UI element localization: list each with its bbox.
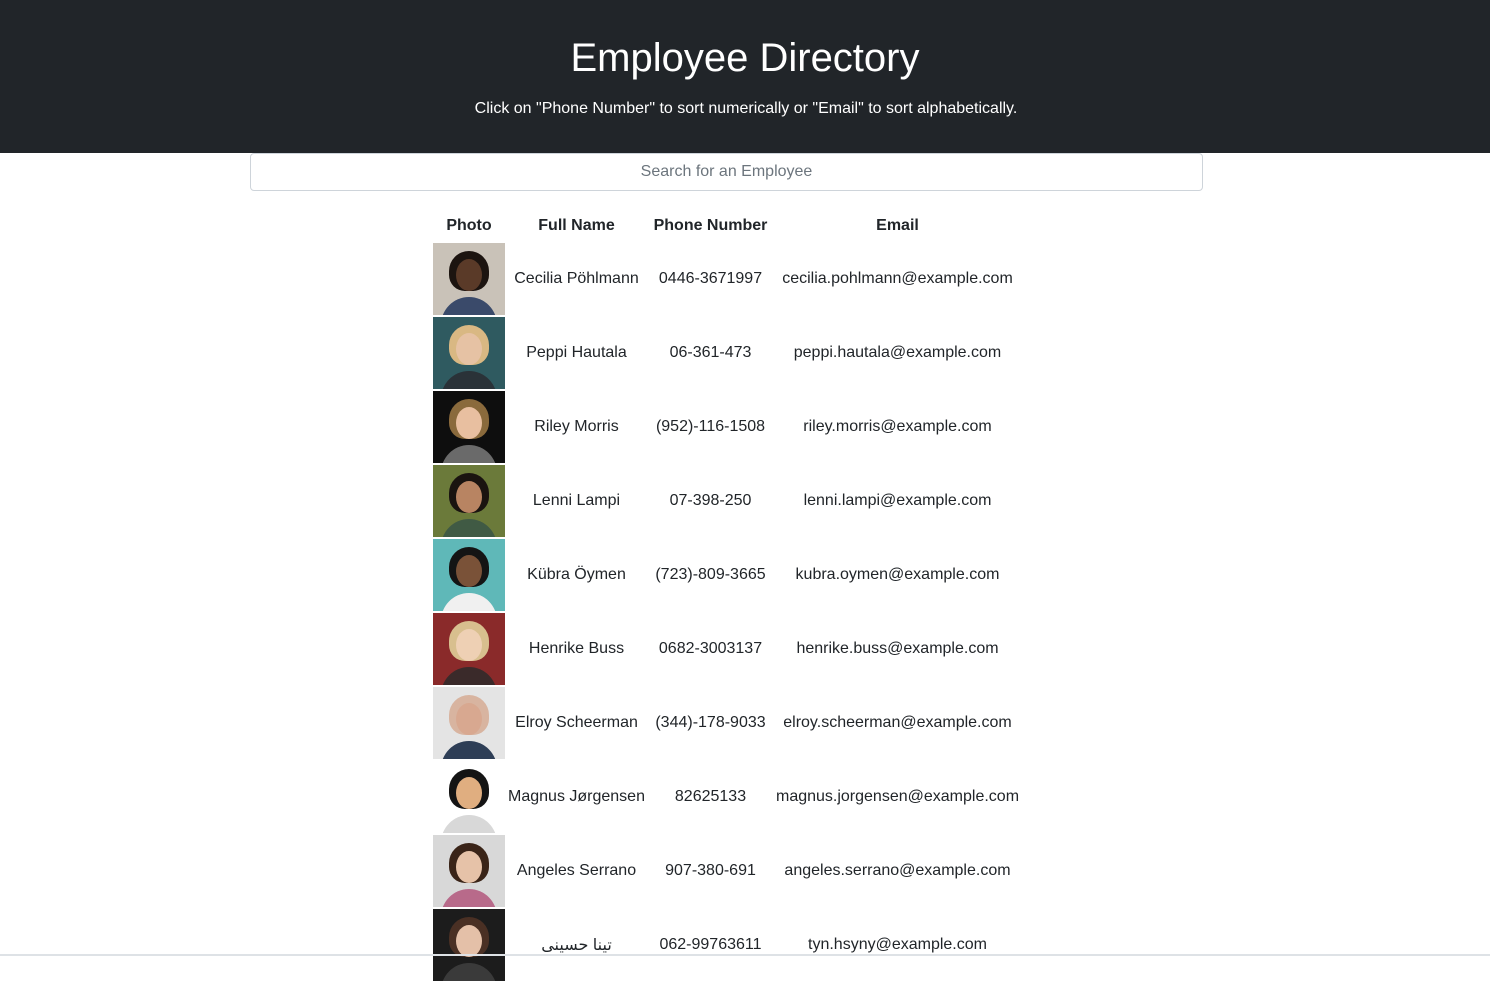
photo-cell: [433, 538, 505, 612]
photo-cell: [433, 908, 505, 982]
employee-email: cecilia.pohlmann@example.com: [782, 270, 1013, 287]
table-row: Kübra Öymen (723)-809-3665 kubra.oymen@exa…: [433, 538, 1022, 612]
employee-email: kubra.oymen@example.com: [795, 566, 1000, 583]
photo-face: [456, 851, 482, 883]
photo-cell: [433, 686, 505, 760]
employee-email: elroy.scheerman@example.com: [783, 714, 1012, 731]
employee-photo: [433, 243, 505, 315]
photo-cell: [433, 834, 505, 908]
table-header-row: Photo Full Name Phone Number Email: [433, 210, 1022, 242]
employee-email: magnus.jorgensen@example.com: [775, 788, 1020, 805]
table-header: Photo Full Name Phone Number Email: [433, 210, 1022, 242]
employee-name: Cecilia Pöhlmann: [514, 270, 639, 287]
employee-photo: [433, 317, 505, 389]
employee-email: henrike.buss@example.com: [796, 640, 999, 657]
photo-cell: [433, 316, 505, 390]
photo-face: [456, 555, 482, 587]
employee-email: angeles.serrano@example.com: [784, 862, 1011, 879]
table-body: Cecilia Pöhlmann 0446-3671997 cecilia.pohl…: [433, 242, 1022, 982]
table-row: Elroy Scheerman (344)-178-9033 elroy.schee…: [433, 686, 1022, 760]
employee-phone: (723)-809-3665: [655, 566, 766, 583]
photo-face: [456, 407, 482, 439]
employee-phone: 0446-3671997: [658, 270, 763, 287]
employee-name: تينا حسینی: [541, 937, 612, 954]
employee-name: Elroy Scheerman: [515, 714, 638, 731]
employee-photo: [433, 909, 505, 981]
employee-table: Photo Full Name Phone Number Email Cecil…: [433, 210, 1022, 982]
employee-photo: [433, 835, 505, 907]
employee-photo: [433, 613, 505, 685]
table-row: Henrike Buss 0682-3003137 henrike.buss@exa…: [433, 612, 1022, 686]
photo-face: [456, 629, 482, 661]
employee-phone: 062-99763611: [659, 936, 762, 953]
employee-photo: [433, 465, 505, 537]
photo-face: [456, 925, 482, 957]
column-header-phone-number[interactable]: Phone Number: [648, 210, 773, 242]
employee-name: Magnus Jørgensen: [508, 788, 645, 805]
page-header: Employee Directory Click on "Phone Numbe…: [0, 0, 1490, 153]
employee-name: Lenni Lampi: [532, 492, 621, 509]
column-header-photo: Photo: [446, 217, 492, 234]
employee-photo: [433, 391, 505, 463]
employee-name: Henrike Buss: [528, 640, 625, 657]
photo-face: [456, 259, 482, 291]
page-subtitle: Click on "Phone Number" to sort numerica…: [474, 100, 1018, 117]
photo-face: [456, 703, 482, 735]
photo-face: [456, 777, 482, 809]
column-header-full-name: Full Name: [538, 217, 615, 234]
employee-phone: 07-398-250: [669, 492, 752, 509]
employee-photo: [433, 687, 505, 759]
employee-phone: 907-380-691: [665, 862, 756, 879]
table-row: Lenni Lampi 07-398-250 lenni.lampi@example…: [433, 464, 1022, 538]
employee-name: Angeles Serrano: [516, 862, 637, 879]
employee-phone: 82625133: [674, 788, 747, 805]
employee-phone: (344)-178-9033: [655, 714, 766, 731]
column-header-email[interactable]: Email: [773, 210, 1022, 242]
photo-cell: [433, 242, 505, 316]
employee-phone: 06-361-473: [669, 344, 752, 361]
employee-email: peppi.hautala@example.com: [793, 344, 1002, 361]
employee-email: tyn.hsyny@example.com: [808, 936, 987, 953]
employee-photo: [433, 539, 505, 611]
page-title: Employee Directory: [570, 36, 920, 80]
table-row: Angeles Serrano 907-380-691 angeles.serran…: [433, 834, 1022, 908]
table-row: Peppi Hautala 06-361-473 peppi.hautala@exa…: [433, 316, 1022, 390]
photo-face: [456, 481, 482, 513]
table-row: Cecilia Pöhlmann 0446-3671997 cecilia.pohl…: [433, 242, 1022, 316]
table-row: تينا حسینی 062-99763611 tyn.hsyny@example.…: [433, 908, 1022, 982]
employee-email: riley.morris@example.com: [803, 418, 992, 435]
employee-phone: 0682-3003137: [658, 640, 763, 657]
photo-cell: [433, 464, 505, 538]
photo-cell: [433, 390, 505, 464]
photo-cell: [433, 760, 505, 834]
search-input[interactable]: [250, 153, 1203, 191]
employee-name: Kübra Öymen: [527, 566, 626, 583]
photo-face: [456, 333, 482, 365]
table-row: Riley Morris (952)-116-1508 riley.morris@e…: [433, 390, 1022, 464]
employee-name: Riley Morris: [534, 418, 619, 435]
employee-photo: [433, 761, 505, 833]
photo-cell: [433, 612, 505, 686]
employee-name: Peppi Hautala: [526, 344, 627, 361]
employee-phone: (952)-116-1508: [655, 418, 766, 435]
employee-email: lenni.lampi@example.com: [803, 492, 992, 509]
table-row: Magnus Jørgensen 82625133 magnus.jorgensen…: [433, 760, 1022, 834]
